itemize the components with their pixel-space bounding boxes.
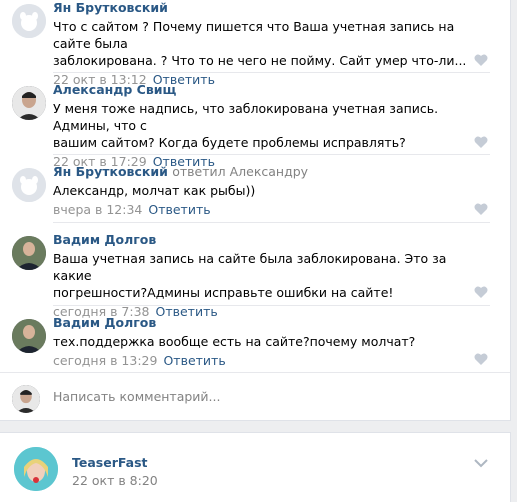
comment-text: Что с сайтом ? Почему пишется что Ваша у… [53, 19, 467, 68]
current-user-avatar [12, 385, 40, 413]
user-avatar[interactable] [12, 319, 46, 353]
divider [53, 305, 490, 306]
comment-author[interactable]: Ян Брутковский [53, 0, 480, 16]
comment-item: Ян Брутковский Что с сайтом ? Почему пиш… [0, 0, 510, 87]
comment-item: Вадим Долгов тех.поддержка вообще есть н… [0, 315, 510, 371]
user-avatar[interactable] [12, 236, 46, 270]
chevron-down-icon[interactable] [474, 459, 488, 468]
divider [53, 222, 490, 223]
comment-item: Ян Брутковский ответил Александру Алекса… [0, 164, 510, 223]
comment-meta: сегодня в 13:29 Ответить [53, 353, 480, 368]
replied-to[interactable]: ответил Александру [172, 164, 308, 179]
reply-button[interactable]: Ответить [148, 202, 210, 217]
community-name[interactable]: TeaserFast [72, 455, 148, 470]
comment-item: Александр Свищ У меня тоже надпись, что … [0, 82, 510, 169]
default-avatar[interactable] [12, 4, 46, 38]
comments-panel: Ян Брутковский Что с сайтом ? Почему пиш… [0, 0, 511, 421]
comment-author[interactable]: Вадим Долгов [53, 232, 480, 248]
divider [53, 72, 490, 73]
comment-author[interactable]: Александр Свищ [53, 82, 480, 98]
default-avatar[interactable] [12, 168, 46, 202]
comment-author[interactable]: Вадим Долгов [53, 315, 480, 331]
comment-text: У меня тоже надпись, что заблокирована у… [53, 101, 439, 150]
comment-item: Вадим Долгов Ваша учетная запись на сайт… [0, 232, 510, 319]
user-avatar[interactable] [12, 86, 46, 120]
comment-time[interactable]: сегодня в 13:29 [53, 353, 157, 368]
comment-text: Александр, молчат как рыбы)) [53, 183, 256, 198]
heart-icon[interactable] [474, 203, 488, 215]
comment-time[interactable]: вчера в 12:34 [53, 202, 142, 217]
comment-meta: вчера в 12:34 Ответить [53, 202, 480, 217]
heart-icon[interactable] [474, 286, 488, 298]
post-card: TeaserFast 22 окт в 8:20 [0, 432, 511, 502]
community-avatar[interactable] [14, 447, 58, 491]
comment-composer: Написать комментарий... [0, 372, 510, 421]
divider [53, 154, 490, 155]
comment-author: Ян Брутковский ответил Александру [53, 164, 480, 180]
comment-text: тех.поддержка вообще есть на сайте?почем… [53, 334, 416, 349]
post-date[interactable]: 22 окт в 8:20 [72, 473, 158, 488]
comment-input[interactable]: Написать комментарий... [53, 389, 220, 404]
heart-icon[interactable] [474, 353, 488, 365]
heart-icon[interactable] [474, 136, 488, 148]
reply-button[interactable]: Ответить [163, 353, 225, 368]
comment-text: Ваша учетная запись на сайте была заблок… [53, 251, 447, 300]
heart-icon[interactable] [474, 54, 488, 66]
author-link[interactable]: Ян Брутковский [53, 164, 168, 179]
